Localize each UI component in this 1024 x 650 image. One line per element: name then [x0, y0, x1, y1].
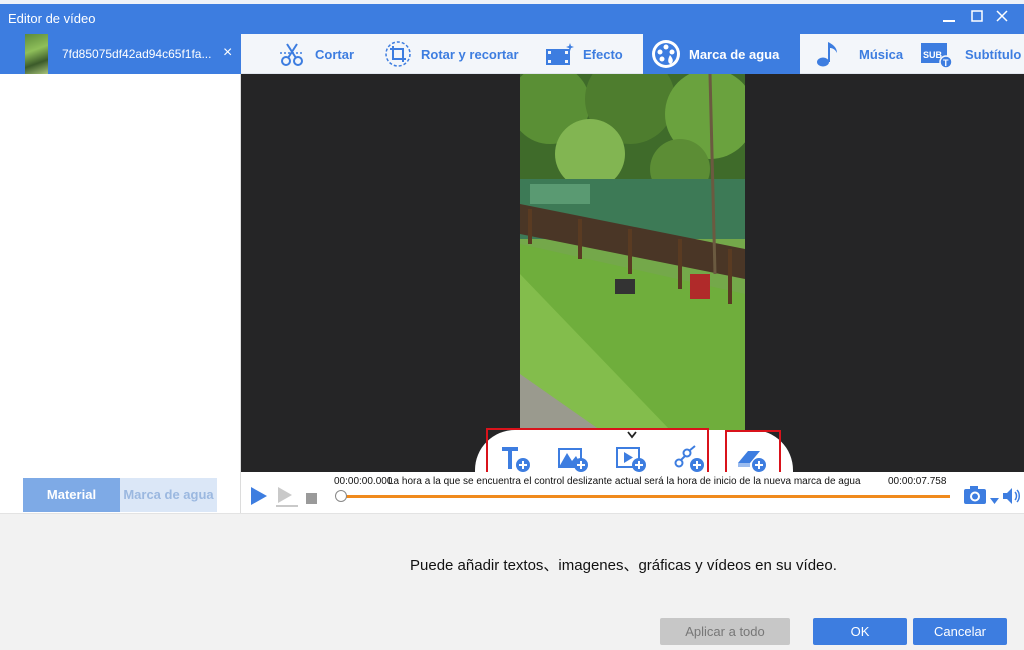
- file-close-icon[interactable]: ×: [223, 44, 232, 62]
- tool-effect[interactable]: Efecto: [543, 34, 623, 74]
- tool-watermark-label: Marca de agua: [689, 46, 780, 62]
- close-icon[interactable]: [993, 8, 1011, 26]
- file-name: 7fd85075df42ad94c65f1fa...: [62, 47, 212, 61]
- camera-options-chevron-icon[interactable]: [990, 492, 999, 510]
- tool-subtitle[interactable]: SUB T Subtítulo: [919, 34, 1021, 74]
- tool-music[interactable]: Música: [811, 34, 903, 74]
- bottom-panel: Puede añadir textos、imagenes、gráficas y …: [0, 513, 1024, 650]
- video-preview: [241, 74, 1024, 478]
- subtitle-icon: SUB T: [919, 37, 953, 71]
- video-frame: [520, 74, 745, 430]
- start-time: 00:00:00.000: [334, 476, 393, 487]
- tool-music-label: Música: [859, 46, 904, 62]
- file-tab[interactable]: 7fd85075df42ad94c65f1fa... ×: [0, 34, 241, 74]
- play-icon[interactable]: [249, 486, 269, 511]
- sidebar: 7fd85075df42ad94c65f1fa... × Material Ma…: [0, 34, 241, 513]
- tab-material[interactable]: Material: [23, 478, 120, 512]
- music-note-icon: [811, 37, 845, 71]
- tool-cut-label: Cortar: [315, 46, 355, 62]
- apply-all-button[interactable]: Aplicar a todo: [660, 618, 790, 645]
- help-text: Puede añadir textos、imagenes、gráficas y …: [410, 557, 837, 574]
- editor-toolbar: Cortar Rotar y recortar Efecto Marca de …: [241, 34, 1024, 74]
- add-image-icon[interactable]: [554, 441, 592, 475]
- title-bar: Editor de vídeo: [0, 0, 1024, 34]
- sidebar-tabs: Material Marca de agua: [23, 478, 218, 512]
- scissors-icon: [275, 37, 309, 71]
- tab-watermark[interactable]: Marca de agua: [120, 478, 217, 512]
- tool-subtitle-label: Subtítulo: [965, 46, 1022, 62]
- tool-watermark[interactable]: Marca de agua: [643, 34, 800, 74]
- svg-text:T: T: [943, 58, 949, 68]
- add-video-icon[interactable]: [612, 441, 650, 475]
- add-shape-icon[interactable]: [670, 441, 708, 475]
- progress-slider-handle[interactable]: [335, 490, 347, 502]
- timeline-hint: La hora a la que se encuentra el control…: [388, 476, 861, 487]
- maximize-icon[interactable]: [968, 8, 986, 26]
- volume-icon[interactable]: [1002, 487, 1022, 510]
- minimize-icon[interactable]: [940, 8, 958, 26]
- window-title: Editor de vídeo: [8, 11, 96, 26]
- ok-button[interactable]: OK: [813, 618, 907, 645]
- end-time: 00:00:07.758: [886, 476, 947, 487]
- stop-icon[interactable]: [306, 491, 317, 509]
- tool-rotate-crop[interactable]: Rotar y recortar: [381, 34, 519, 74]
- tool-cut[interactable]: Cortar: [275, 34, 354, 74]
- tool-effect-label: Efecto: [583, 46, 623, 62]
- next-frame-icon[interactable]: [275, 486, 299, 513]
- watermark-icon: [649, 37, 683, 71]
- timeline: 00:00:00.000 La hora a la que se encuent…: [241, 472, 1024, 513]
- camera-icon[interactable]: [963, 485, 989, 510]
- progress-track[interactable]: [339, 495, 950, 498]
- add-text-icon[interactable]: [496, 441, 534, 475]
- tool-rotate-crop-label: Rotar y recortar: [421, 46, 519, 62]
- svg-text:SUB: SUB: [923, 50, 943, 60]
- add-eraser-icon[interactable]: [732, 441, 770, 475]
- rotate-crop-icon: [381, 37, 415, 71]
- video-thumbnail: [25, 34, 48, 74]
- effect-icon: [543, 37, 577, 71]
- cancel-button[interactable]: Cancelar: [913, 618, 1007, 645]
- background-strip: [0, 0, 1024, 4]
